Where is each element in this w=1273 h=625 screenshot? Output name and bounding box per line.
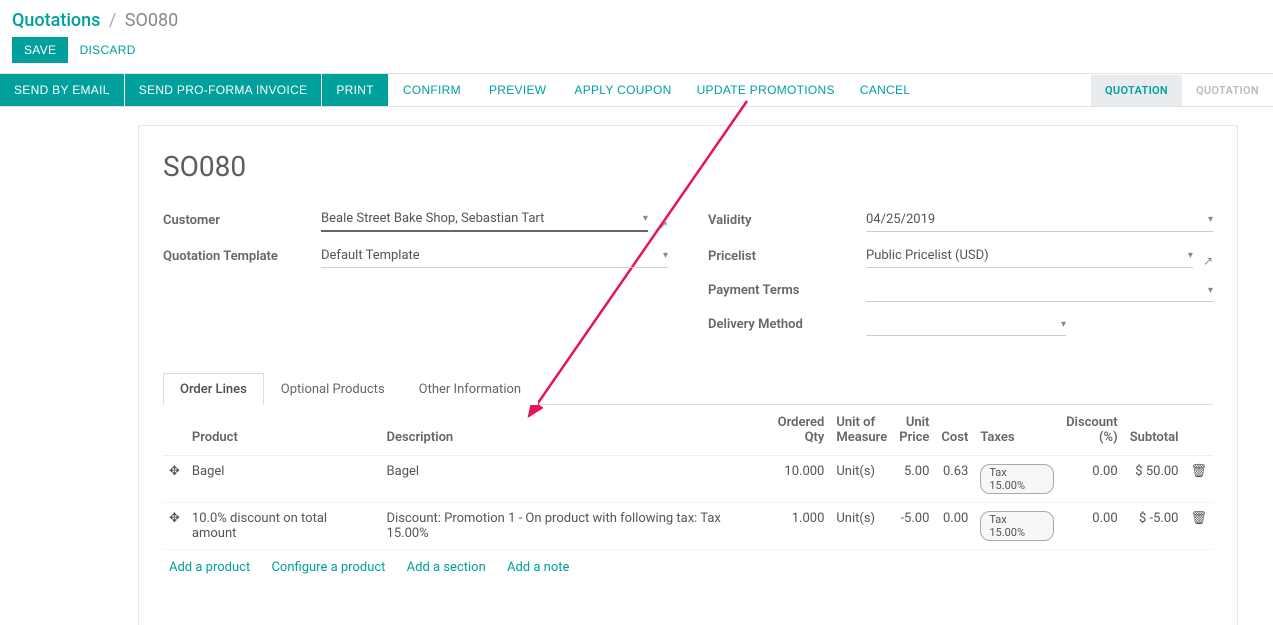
cell-tax[interactable]: Tax 15.00%	[974, 503, 1060, 550]
confirm-button[interactable]: CONFIRM	[389, 74, 475, 106]
send-email-button[interactable]: SEND BY EMAIL	[0, 74, 125, 106]
cell-tax[interactable]: Tax 15.00%	[974, 456, 1060, 503]
col-description: Description	[381, 405, 772, 456]
drag-handle-icon[interactable]: ✥	[163, 503, 186, 550]
validity-field[interactable]: 04/25/2019 ▾	[866, 208, 1213, 232]
tabs: Order Lines Optional Products Other Info…	[163, 372, 1213, 405]
table-row[interactable]: ✥BagelBagel10.000Unit(s)5.000.63Tax 15.0…	[163, 456, 1213, 503]
customer-label: Customer	[163, 213, 313, 232]
tax-pill[interactable]: Tax 15.00%	[980, 511, 1054, 541]
col-subtotal: Subtotal	[1124, 405, 1185, 456]
add-note-link[interactable]: Add a note	[507, 560, 569, 575]
quotation-template-label: Quotation Template	[163, 249, 313, 268]
record-title: SO080	[163, 150, 1213, 183]
action-toolbar: SEND BY EMAIL SEND PRO-FORMA INVOICE PRI…	[0, 73, 1273, 107]
cell-qty[interactable]: 10.000	[772, 456, 831, 503]
update-promotions-button[interactable]: UPDATE PROMOTIONS	[686, 74, 846, 106]
discard-button[interactable]: DISCARD	[72, 37, 144, 63]
cell-subtotal: $ 50.00	[1124, 456, 1185, 503]
pricelist-field[interactable]: Public Pricelist (USD) ▾	[866, 244, 1193, 268]
quotation-template-field[interactable]: Default Template ▾	[321, 244, 668, 268]
delivery-method-field[interactable]: ▾	[866, 314, 1066, 336]
col-qty: Ordered Qty	[772, 405, 831, 456]
status-quotation-next: QUOTATION	[1182, 75, 1273, 106]
cell-description[interactable]: Discount: Promotion 1 - On product with …	[381, 503, 772, 550]
trash-icon[interactable]: 🗑	[1184, 503, 1213, 550]
cell-product[interactable]: 10.0% discount on total amount	[186, 503, 381, 550]
cell-price[interactable]: 5.00	[893, 456, 935, 503]
save-button[interactable]: SAVE	[12, 37, 68, 63]
breadcrumb-current: SO080	[125, 10, 178, 31]
order-lines-table: Product Description Ordered Qty Unit of …	[163, 405, 1213, 550]
validity-label: Validity	[708, 213, 858, 232]
cell-uom[interactable]: Unit(s)	[830, 503, 893, 550]
caret-down-icon: ▾	[643, 213, 648, 224]
cell-cost[interactable]: 0.00	[935, 503, 974, 550]
caret-down-icon: ▾	[1208, 214, 1213, 225]
breadcrumb-separator: /	[109, 10, 116, 31]
customer-field[interactable]: Beale Street Bake Shop, Sebastian Tart ▾	[321, 207, 648, 232]
col-taxes: Taxes	[974, 405, 1060, 456]
quotation-template-value: Default Template	[321, 248, 659, 263]
payment-terms-field[interactable]: ▾	[866, 280, 1213, 302]
cell-discount[interactable]: 0.00	[1060, 503, 1124, 550]
status-bar: QUOTATION QUOTATION	[1091, 74, 1273, 106]
add-section-link[interactable]: Add a section	[407, 560, 486, 575]
validity-value: 04/25/2019	[866, 212, 1204, 227]
tab-other-information[interactable]: Other Information	[402, 373, 538, 405]
caret-down-icon: ▾	[663, 250, 668, 261]
tax-pill[interactable]: Tax 15.00%	[980, 464, 1054, 494]
cell-subtotal: $ -5.00	[1124, 503, 1185, 550]
caret-down-icon: ▾	[1061, 319, 1066, 330]
delivery-method-label: Delivery Method	[708, 317, 858, 336]
pricelist-label: Pricelist	[708, 249, 858, 268]
print-button[interactable]: PRINT	[322, 74, 389, 106]
add-links-row: Add a product Configure a product Add a …	[163, 550, 1213, 585]
cell-uom[interactable]: Unit(s)	[830, 456, 893, 503]
col-uom: Unit of Measure	[830, 405, 893, 456]
status-quotation-active[interactable]: QUOTATION	[1091, 75, 1182, 106]
cancel-button[interactable]: CANCEL	[846, 74, 924, 106]
cell-discount[interactable]: 0.00	[1060, 456, 1124, 503]
send-proforma-button[interactable]: SEND PRO-FORMA INVOICE	[125, 74, 323, 106]
col-discount: Discount (%)	[1060, 405, 1124, 456]
cell-cost[interactable]: 0.63	[935, 456, 974, 503]
add-product-link[interactable]: Add a product	[169, 560, 250, 575]
payment-terms-label: Payment Terms	[708, 283, 858, 302]
apply-coupon-button[interactable]: APPLY COUPON	[560, 74, 685, 106]
breadcrumb: Quotations / SO080	[12, 10, 1261, 31]
col-cost: Cost	[935, 405, 974, 456]
table-row[interactable]: ✥10.0% discount on total amountDiscount:…	[163, 503, 1213, 550]
col-product: Product	[186, 405, 381, 456]
cell-qty[interactable]: 1.000	[772, 503, 831, 550]
caret-down-icon: ▾	[1188, 250, 1193, 261]
breadcrumb-root[interactable]: Quotations	[12, 10, 100, 31]
caret-down-icon: ▾	[1208, 285, 1213, 296]
configure-product-link[interactable]: Configure a product	[271, 560, 385, 575]
trash-icon[interactable]: 🗑	[1184, 456, 1213, 503]
tab-optional-products[interactable]: Optional Products	[264, 373, 402, 405]
pricelist-value: Public Pricelist (USD)	[866, 248, 1184, 263]
customer-value: Beale Street Bake Shop, Sebastian Tart	[321, 211, 639, 226]
preview-button[interactable]: PREVIEW	[475, 74, 560, 106]
cell-price[interactable]: -5.00	[893, 503, 935, 550]
cell-product[interactable]: Bagel	[186, 456, 381, 503]
cell-description[interactable]: Bagel	[381, 456, 772, 503]
form-sheet: SO080 Customer Beale Street Bake Shop, S…	[138, 125, 1238, 625]
tab-order-lines[interactable]: Order Lines	[163, 373, 264, 405]
external-link-icon[interactable]: ↗	[1203, 254, 1213, 268]
drag-handle-icon[interactable]: ✥	[163, 456, 186, 503]
col-price: Unit Price	[893, 405, 935, 456]
external-link-icon[interactable]: ↗	[658, 218, 668, 232]
